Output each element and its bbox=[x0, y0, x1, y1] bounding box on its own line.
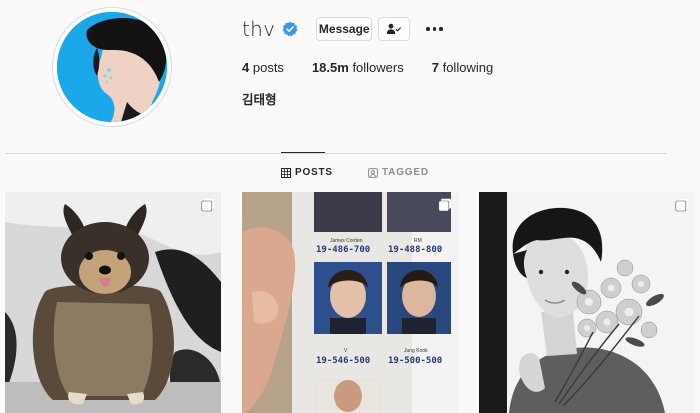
following-toggle-button[interactable] bbox=[378, 17, 411, 41]
tabs-divider bbox=[5, 153, 667, 154]
full-name: 김태형 bbox=[242, 92, 277, 107]
tab-tagged[interactable]: TAGGED bbox=[368, 167, 429, 178]
tab-posts-label: POSTS bbox=[295, 167, 333, 178]
profile-avatar-ring[interactable] bbox=[52, 7, 172, 127]
pomeranian-dog-image bbox=[5, 192, 221, 413]
portrait-with-flowers-image bbox=[479, 192, 695, 413]
following-label: following bbox=[442, 60, 494, 75]
multiple-photos-icon bbox=[675, 198, 688, 212]
photo-sticker-sheet-image bbox=[242, 192, 458, 413]
tab-posts[interactable]: POSTS bbox=[281, 167, 333, 178]
sticker-number-1: 19-486-700 bbox=[316, 245, 371, 255]
username: thv bbox=[242, 17, 276, 41]
multiple-photos-icon bbox=[438, 198, 451, 212]
user-check-icon bbox=[387, 23, 402, 34]
following-stat[interactable]: 7 following bbox=[432, 60, 493, 75]
posts-count-stat: 4 posts bbox=[242, 60, 284, 75]
active-tab-indicator bbox=[281, 152, 325, 153]
followers-count: 18.5m bbox=[311, 60, 349, 75]
grid-icon bbox=[281, 167, 291, 178]
profile-header-row: thv Message bbox=[242, 14, 444, 44]
posts-count: 4 bbox=[242, 60, 250, 75]
message-button[interactable]: Message bbox=[316, 17, 373, 41]
posts-label: posts bbox=[252, 60, 284, 75]
sticker-name-1: James Corden bbox=[330, 238, 363, 244]
sticker-number-2: 19-488-800 bbox=[388, 245, 443, 255]
followers-stat[interactable]: 18.5m followers bbox=[312, 60, 404, 75]
sticker-name-4: Jung Kook bbox=[404, 348, 428, 354]
profile-stats: 4 posts 18.5m followers 7 following bbox=[242, 60, 521, 75]
sticker-number-3: 19-546-500 bbox=[316, 356, 371, 366]
post-thumbnail-2[interactable]: James Corden RM 19-486-700 19-488-800 V … bbox=[242, 192, 458, 413]
sticker-name-3: V bbox=[344, 348, 348, 354]
sticker-name-2: RM bbox=[414, 238, 422, 244]
tab-tagged-label: TAGGED bbox=[382, 167, 429, 178]
more-options-icon[interactable] bbox=[424, 19, 444, 39]
multiple-photos-icon bbox=[201, 198, 214, 212]
following-count: 7 bbox=[431, 60, 439, 75]
verified-badge-icon bbox=[282, 21, 298, 37]
post-thumbnail-1[interactable] bbox=[5, 192, 221, 413]
followers-label: followers bbox=[352, 60, 404, 75]
post-thumbnail-3[interactable] bbox=[479, 192, 695, 413]
sticker-number-4: 19-500-500 bbox=[388, 356, 443, 366]
tag-icon bbox=[368, 167, 378, 178]
avatar[interactable] bbox=[57, 12, 167, 122]
